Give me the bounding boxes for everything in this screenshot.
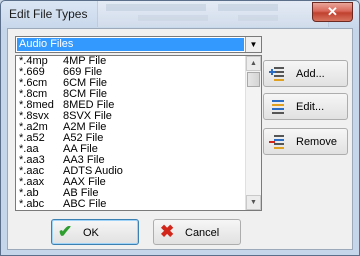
add-button-label: Add... <box>296 68 325 80</box>
ok-button[interactable]: ✔ OK <box>51 219 139 245</box>
remove-button-label: Remove <box>296 136 337 148</box>
list-item[interactable]: *.ab AB File <box>16 188 244 199</box>
background-window-ghost <box>97 1 329 27</box>
cancel-button-label: Cancel <box>185 227 220 239</box>
list-item[interactable]: *.a52 A52 File <box>16 133 244 144</box>
remove-button[interactable]: Remove <box>263 128 348 155</box>
list-item[interactable]: *.aac ADTS Audio <box>16 166 244 177</box>
file-description: ABC File <box>63 198 107 210</box>
file-types-rows: *.4mp 4MP File *.669 669 File *.6cm 6CM File *… <box>16 56 244 210</box>
list-item[interactable]: *.aa3 AA3 File <box>16 155 244 166</box>
scroll-up-icon[interactable]: ▲ <box>246 56 261 71</box>
list-edit-icon <box>272 100 284 114</box>
list-remove-icon <box>269 135 284 149</box>
file-category-value: Audio Files <box>17 38 244 51</box>
dialog-title: Edit File Types <box>9 7 88 21</box>
title-bar[interactable]: Edit File Types ✕ <box>1 1 359 28</box>
file-extension: *.abc <box>19 198 45 210</box>
dialog-body: Audio Files ▼ *.4mp 4MP File *.669 669 File… <box>7 28 353 250</box>
list-item[interactable]: *.8med 8MED File <box>16 100 244 111</box>
list-item[interactable]: *.4mp 4MP File <box>16 56 244 67</box>
cancel-button[interactable]: ✖ Cancel <box>153 219 241 245</box>
list-item[interactable]: *.669 669 File <box>16 67 244 78</box>
add-button[interactable]: Add... <box>263 60 348 87</box>
edit-file-types-dialog: Edit File Types ✕ Audio Files ▼ *.4mp 4MP… <box>0 0 360 256</box>
edit-button-label: Edit... <box>296 101 325 113</box>
list-item[interactable]: *.abc ABC File <box>16 199 244 210</box>
list-item[interactable]: *.6cm 6CM File <box>16 78 244 89</box>
list-item[interactable]: *.aax AAX File <box>16 177 244 188</box>
list-item[interactable]: *.aa AA File <box>16 144 244 155</box>
chevron-down-icon[interactable]: ▼ <box>245 37 261 52</box>
green-checkmark-icon: ✔ <box>58 222 73 241</box>
red-x-icon: ✖ <box>160 222 175 241</box>
vertical-scrollbar[interactable]: ▲ ▼ <box>245 56 261 210</box>
list-item[interactable]: *.a2m A2M File <box>16 122 244 133</box>
scroll-thumb[interactable] <box>247 72 260 87</box>
file-category-select[interactable]: Audio Files ▼ <box>15 36 262 53</box>
list-item[interactable]: *.8svx 8SVX File <box>16 111 244 122</box>
close-button[interactable]: ✕ <box>312 2 353 22</box>
close-icon: ✕ <box>327 4 338 19</box>
scroll-down-icon[interactable]: ▼ <box>246 195 261 210</box>
file-types-list[interactable]: *.4mp 4MP File *.669 669 File *.6cm 6CM File *… <box>15 55 262 211</box>
edit-button[interactable]: Edit... <box>263 93 348 120</box>
ok-button-label: OK <box>83 227 99 239</box>
list-add-icon <box>269 67 284 81</box>
